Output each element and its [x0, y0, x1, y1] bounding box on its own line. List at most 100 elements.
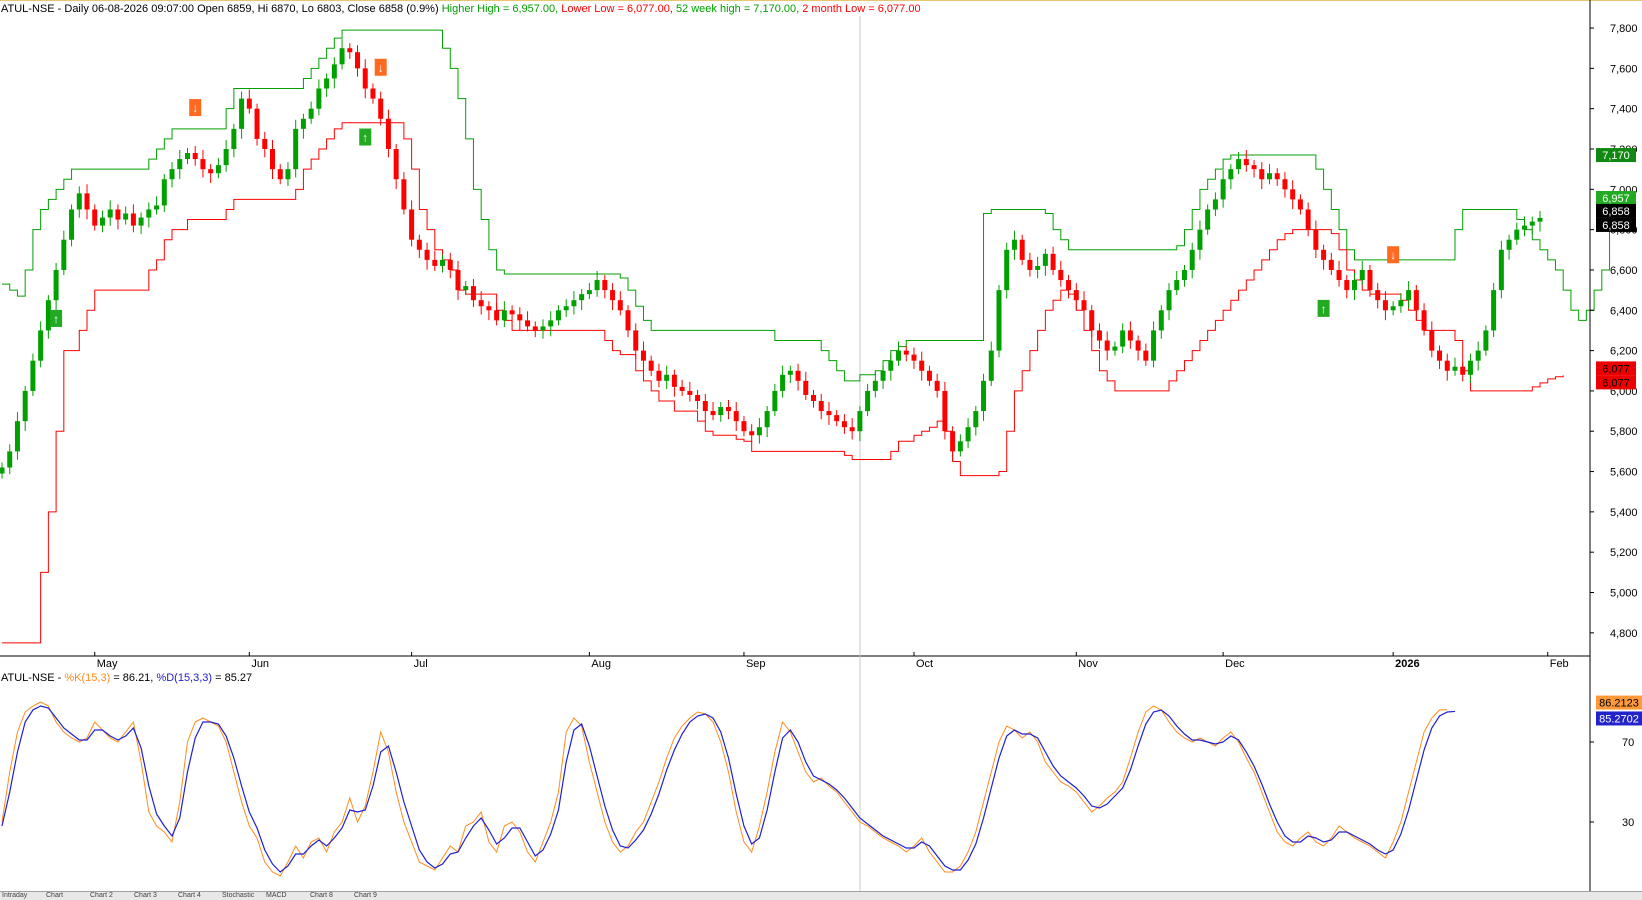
candle-body: [270, 149, 276, 170]
candle-body: [509, 310, 515, 315]
candle-body: [192, 153, 198, 160]
candle-body: [756, 427, 762, 436]
candle-body: [548, 320, 554, 327]
price-tick-label: 5,200: [1610, 547, 1638, 559]
candle-body: [1027, 259, 1033, 270]
candle-body: [355, 52, 361, 69]
candle-body: [1359, 269, 1365, 281]
candle-body: [470, 286, 476, 301]
candle-body: [818, 400, 824, 412]
candle-body: [169, 169, 175, 180]
candle-body: [378, 98, 384, 119]
candle-body: [38, 330, 44, 361]
candle-body: [725, 407, 731, 412]
candle-body: [347, 48, 353, 53]
candle-body: [903, 350, 909, 355]
candle-body: [1096, 330, 1102, 341]
candle-body: [1127, 330, 1133, 341]
osc-k-label: %K(15,3): [64, 672, 110, 684]
price-tick-label: 6,200: [1610, 346, 1638, 358]
candle-body: [494, 310, 500, 321]
candle-body: [1406, 290, 1412, 301]
price-tick-label: 5,400: [1610, 507, 1638, 519]
candle-body: [223, 149, 229, 166]
chart-canvas[interactable]: ↓ ↑ ↑ ↓ ↑ ↓ 4,800 5,000 5,200 5,400 5,600 5,800 6,0…: [0, 0, 1642, 891]
candle-body: [610, 290, 616, 301]
candle-body: [749, 431, 755, 436]
candle-body: [1514, 229, 1520, 240]
candle-body: [1050, 253, 1056, 270]
candle-body: [640, 350, 646, 361]
candle-body: [1498, 249, 1504, 291]
month-label: Nov: [1078, 658, 1098, 670]
candle-body: [1367, 269, 1373, 291]
month-label: Aug: [591, 658, 611, 670]
candle-body: [988, 350, 994, 381]
price-tag-label: 6,858: [1602, 220, 1630, 232]
candle-body: [1460, 366, 1466, 375]
candle-body: [30, 360, 36, 391]
candle-body: [1529, 221, 1535, 226]
candle-body: [331, 64, 337, 79]
candle-body: [161, 179, 167, 206]
signal-arrow-glyph: ↓: [1390, 248, 1396, 262]
header-ll: Lower Low = 6,077.00,: [561, 3, 673, 15]
candle-body: [733, 411, 739, 422]
candle-body: [1483, 330, 1489, 351]
candle-body: [293, 128, 299, 170]
candle-body: [957, 441, 963, 452]
candle-body: [1313, 229, 1319, 250]
candle-body: [1104, 340, 1110, 351]
candle-body: [517, 314, 523, 321]
candle-body: [656, 370, 662, 381]
candle-body: [1522, 225, 1528, 230]
candle-body: [401, 179, 407, 210]
signal-arrow-glyph: ↑: [1321, 302, 1327, 316]
candle-body: [154, 205, 160, 210]
chart-header: ATUL-NSE - Daily 06-08-2026 09:07:00 Ope…: [1, 3, 921, 15]
candle-body: [99, 217, 105, 226]
candle-body: [555, 310, 561, 321]
candle-body: [1282, 179, 1288, 190]
osc-symbol: ATUL-NSE -: [1, 672, 62, 684]
candle-body: [231, 128, 237, 150]
signal-arrow-glyph: ↑: [53, 312, 59, 326]
candle-body: [764, 411, 770, 428]
candle-body: [896, 350, 902, 361]
candle-body: [455, 269, 461, 291]
candle-body: [563, 306, 569, 311]
candle-body: [648, 360, 654, 371]
candle-body: [718, 407, 724, 416]
candle-body: [1305, 209, 1311, 230]
candle-body: [1135, 340, 1141, 351]
candle-body: [1467, 360, 1473, 375]
candle-body: [625, 310, 631, 331]
higher-high-line: [2, 29, 1634, 382]
candle-body: [362, 68, 368, 89]
candle-body: [525, 320, 531, 327]
header-symbol: ATUL-NSE: [1, 3, 55, 15]
candle-body: [926, 370, 932, 381]
month-label: Dec: [1225, 658, 1245, 670]
candle-body: [702, 400, 708, 412]
candle-body: [826, 411, 832, 416]
osc-tick-label: 30: [1622, 817, 1634, 829]
candle-body: [1328, 259, 1334, 270]
candle-body: [1413, 290, 1419, 311]
candle-body: [1444, 360, 1450, 371]
candle-body: [1236, 159, 1242, 170]
candle-body: [285, 169, 291, 180]
stoch-k-line: [1, 701, 1448, 877]
candle-body: [1437, 350, 1443, 361]
price-tag-label: 6,858: [1602, 206, 1630, 218]
candle-body: [849, 427, 855, 432]
month-label: Oct: [916, 658, 933, 670]
candle-body: [130, 213, 136, 226]
candle-body: [803, 380, 809, 395]
signal-arrow-glyph: ↓: [378, 61, 384, 75]
header-52wk: 52 week high = 7,170.00,: [676, 3, 799, 15]
candle-body: [1537, 217, 1543, 222]
candle-body: [1035, 265, 1041, 270]
candle-body: [1197, 229, 1203, 250]
candle-body: [1151, 330, 1157, 361]
